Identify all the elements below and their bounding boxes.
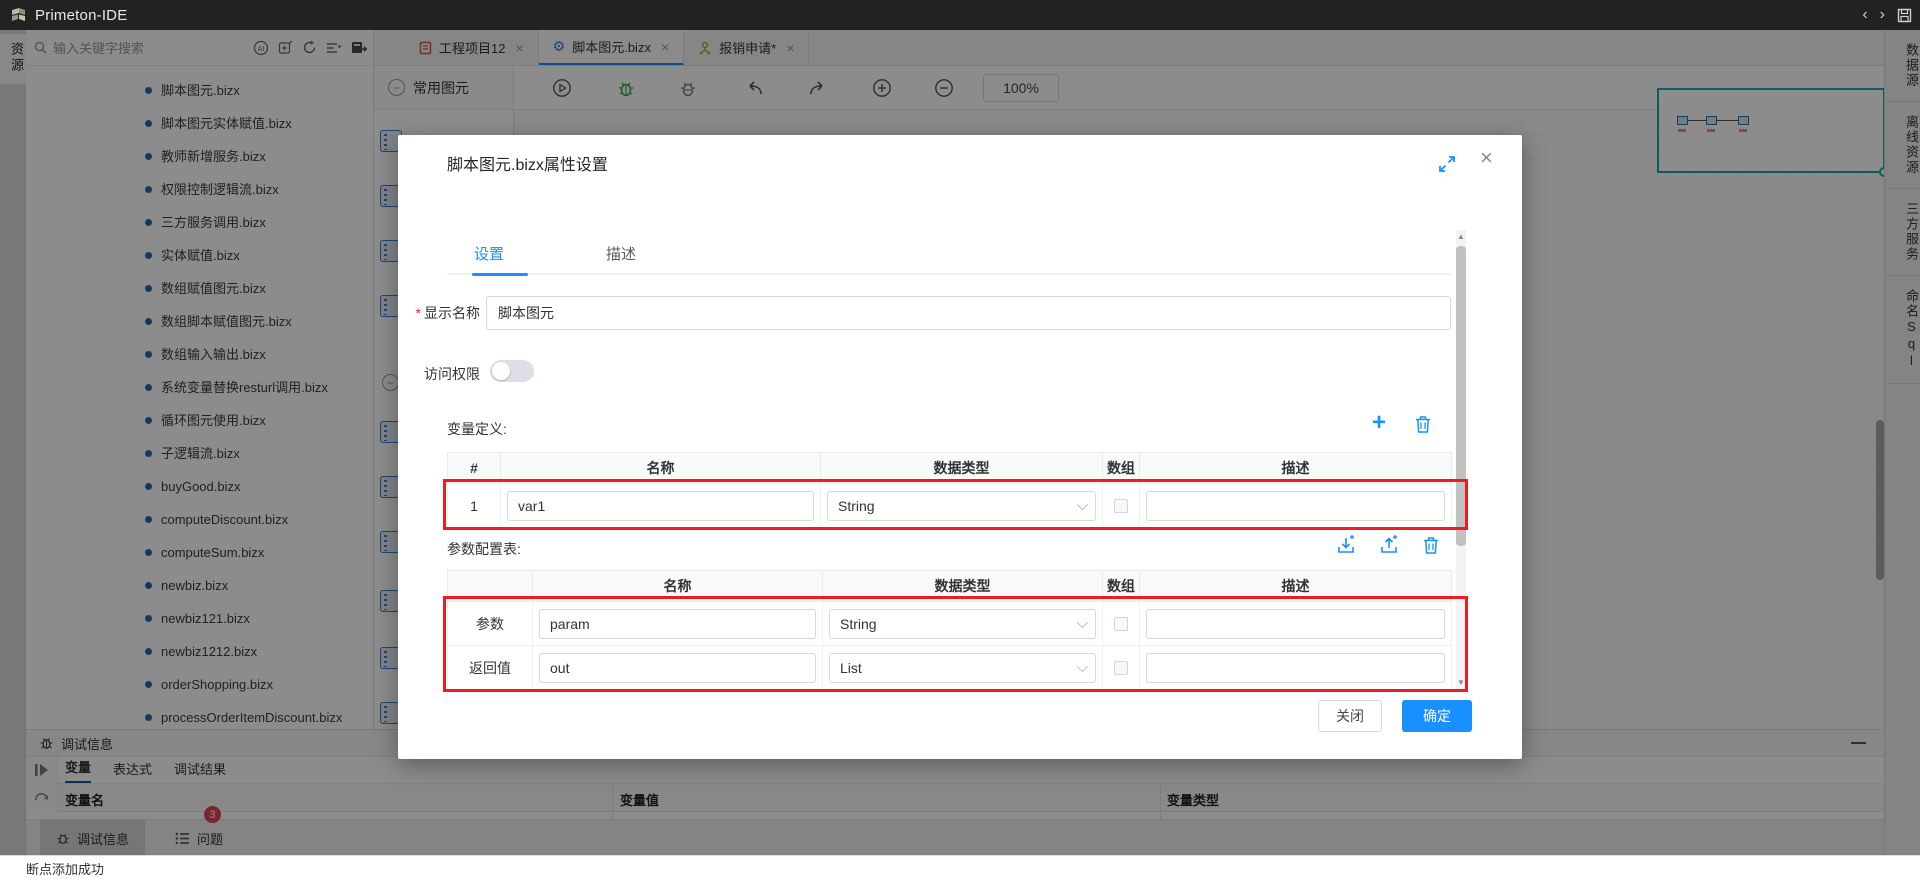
import-params-icon[interactable] [1336,535,1356,555]
param-kind: 参数 [448,602,533,646]
col-desc: 描述 [1140,571,1452,602]
export-params-icon[interactable] [1379,535,1399,555]
dialog-scrollbar[interactable]: ▲ ▼ [1456,230,1466,690]
save-icon[interactable] [1897,8,1912,23]
toggle-knob [492,362,510,380]
return-type-select[interactable]: List [829,653,1096,683]
dialog-tab-settings[interactable]: 设置 [474,243,504,264]
variable-row: 1 var1 String [448,484,1452,528]
nav-forward-icon[interactable]: › [1880,7,1885,23]
delete-params-icon[interactable] [1422,536,1440,555]
col-name: 名称 [533,571,823,602]
col-array: 数组 [1103,571,1140,602]
display-name-label: *显示名称 [398,303,480,323]
col-desc: 描述 [1140,453,1452,484]
col-kind [448,571,533,602]
add-variable-icon[interactable]: + [1372,411,1386,435]
access-permission-label: 访问权限 [398,364,480,384]
app-logo-icon [10,7,27,23]
scroll-up-icon[interactable]: ▲ [1456,232,1466,242]
param-row: 参数 param String [448,602,1452,646]
status-bar: 断点添加成功 [0,855,1920,880]
properties-dialog: 脚本图元.bizx属性设置 × 设置 描述 *显示名称 脚本图元 访问权限 变量… [398,135,1522,759]
close-dialog-icon[interactable]: × [1480,147,1493,169]
return-name-input[interactable]: out [539,653,816,683]
confirm-button[interactable]: 确定 [1402,700,1472,732]
col-index: # [448,453,501,484]
active-tab-indicator [472,273,528,276]
params-section-label: 参数配置表: [447,539,521,559]
status-message: 断点添加成功 [26,859,104,878]
col-array: 数组 [1103,453,1140,484]
variable-type-select[interactable]: String [827,491,1096,521]
row-index: 1 [448,484,501,528]
scroll-down-icon[interactable]: ▼ [1456,678,1466,688]
variables-table: # 名称 数据类型 数组 描述 1 var1 String [447,452,1452,528]
col-name: 名称 [501,453,821,484]
app-title: Primeton-IDE [35,7,127,24]
return-kind: 返回值 [448,646,533,690]
chevron-down-icon [1077,660,1088,671]
param-desc-input[interactable] [1146,609,1445,639]
access-permission-toggle[interactable] [490,360,534,382]
param-name-input[interactable]: param [539,609,816,639]
param-array-checkbox[interactable] [1114,617,1128,631]
title-bar: Primeton-IDE ‹ › [0,0,1920,30]
col-type: 数据类型 [821,453,1103,484]
fullscreen-icon[interactable] [1438,155,1456,173]
variables-section-label: 变量定义: [447,419,507,439]
required-asterisk: * [416,305,421,321]
delete-variable-icon[interactable] [1414,415,1432,434]
scrollbar-thumb[interactable] [1456,246,1466,546]
dialog-title: 脚本图元.bizx属性设置 [447,151,608,175]
param-type-select[interactable]: String [829,609,1096,639]
dialog-tab-description[interactable]: 描述 [606,243,636,264]
variable-desc-input[interactable] [1146,491,1445,521]
variable-array-checkbox[interactable] [1114,499,1128,513]
return-array-checkbox[interactable] [1114,661,1128,675]
nav-back-icon[interactable]: ‹ [1862,7,1867,23]
params-table: 名称 数据类型 数组 描述 参数 param String 返回值 out Li… [447,570,1452,690]
col-type: 数据类型 [823,571,1103,602]
return-row: 返回值 out List [448,646,1452,690]
display-name-input[interactable]: 脚本图元 [486,296,1451,330]
return-desc-input[interactable] [1146,653,1445,683]
chevron-down-icon [1077,616,1088,627]
chevron-down-icon [1077,498,1088,509]
variable-name-input[interactable]: var1 [507,491,814,521]
tab-divider [447,273,1451,275]
close-button[interactable]: 关闭 [1318,700,1382,732]
